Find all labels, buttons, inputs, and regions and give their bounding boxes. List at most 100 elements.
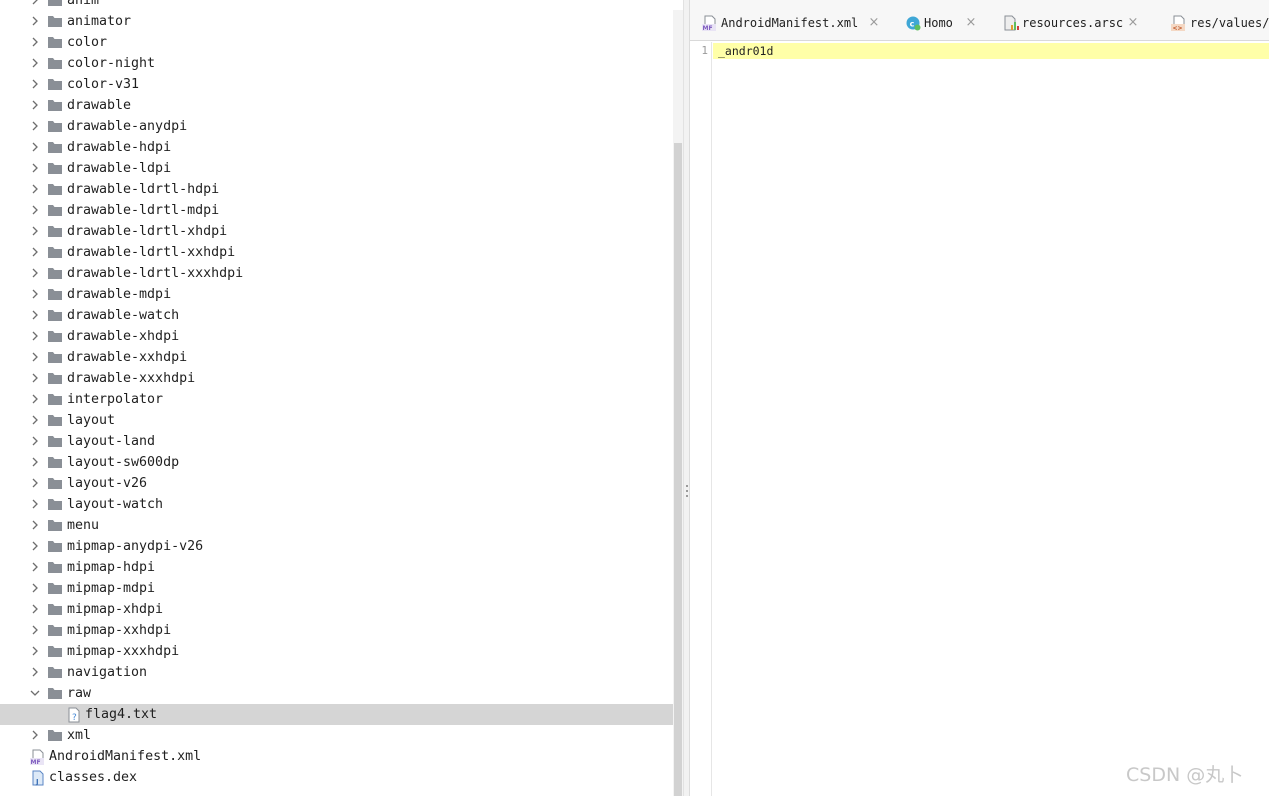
tree-folder-row[interactable]: drawable-xxxhdpi <box>0 368 673 389</box>
chevron-right-icon[interactable] <box>29 645 41 657</box>
tree-folder-row[interactable]: anim <box>0 0 673 11</box>
tree-folder-row[interactable]: mipmap-xxxhdpi <box>0 641 673 662</box>
tree-folder-row[interactable]: mipmap-anydpi-v26 <box>0 536 673 557</box>
tree-item-label: classes.dex <box>49 770 138 785</box>
chevron-right-icon[interactable] <box>29 267 41 279</box>
chevron-right-icon[interactable] <box>29 120 41 132</box>
tree-folder-row[interactable]: mipmap-mdpi <box>0 578 673 599</box>
code-text[interactable]: _andr01d <box>718 44 773 58</box>
folder-icon <box>48 540 62 552</box>
tree-folder-row[interactable]: raw <box>0 683 673 704</box>
chevron-right-icon[interactable] <box>29 561 41 573</box>
chevron-right-icon[interactable] <box>29 582 41 594</box>
tree-folder-row[interactable]: drawable-hdpi <box>0 137 673 158</box>
current-code-line[interactable]: _andr01d <box>713 43 1269 59</box>
code-editor: MF AndroidManifest.xml × c Homo × resources.ar… <box>690 0 1269 796</box>
tree-folder-row[interactable]: interpolator <box>0 389 673 410</box>
chevron-right-icon[interactable] <box>29 204 41 216</box>
tree-item-label: drawable-ldrtl-hdpi <box>67 182 220 197</box>
chevron-down-icon[interactable] <box>29 687 41 699</box>
chevron-right-icon[interactable] <box>29 666 41 678</box>
tree-file-row[interactable]: ? flag4.txt <box>0 704 673 725</box>
panel-splitter[interactable] <box>683 0 690 796</box>
tree-folder-row[interactable]: drawable-xxhdpi <box>0 347 673 368</box>
tree-folder-row[interactable]: drawable-anydpi <box>0 116 673 137</box>
tree-folder-row[interactable]: mipmap-xhdpi <box>0 599 673 620</box>
tree-folder-row[interactable]: mipmap-xxhdpi <box>0 620 673 641</box>
chevron-right-icon[interactable] <box>29 288 41 300</box>
dex-file-icon: J <box>30 770 46 786</box>
tree-folder-row[interactable]: drawable-ldrtl-xhdpi <box>0 221 673 242</box>
tree-folder-row[interactable]: layout <box>0 410 673 431</box>
chevron-right-icon[interactable] <box>29 498 41 510</box>
chevron-right-icon[interactable] <box>29 456 41 468</box>
tree-scrollbar[interactable] <box>673 10 683 796</box>
chevron-right-icon[interactable] <box>29 540 41 552</box>
tree-folder-row[interactable]: drawable-ldrtl-xxhdpi <box>0 242 673 263</box>
tree-file-row[interactable]: Jclasses.dex <box>0 767 673 788</box>
close-icon[interactable]: × <box>868 15 880 31</box>
chevron-right-icon[interactable] <box>29 15 41 27</box>
chevron-right-icon[interactable] <box>29 330 41 342</box>
resources-icon <box>1003 15 1019 31</box>
tree-folder-row[interactable]: color <box>0 32 673 53</box>
tree-folder-row[interactable]: drawable-ldrtl-mdpi <box>0 200 673 221</box>
tree-folder-row[interactable]: drawable-xhdpi <box>0 326 673 347</box>
tree-folder-row[interactable]: drawable-ldrtl-xxxhdpi <box>0 263 673 284</box>
chevron-right-icon[interactable] <box>29 162 41 174</box>
class-icon: c <box>905 15 921 31</box>
folder-icon <box>48 15 62 27</box>
chevron-right-icon[interactable] <box>29 309 41 321</box>
chevron-right-icon[interactable] <box>29 78 41 90</box>
tree-folder-row[interactable]: layout-watch <box>0 494 673 515</box>
tree-folder-row[interactable]: drawable-watch <box>0 305 673 326</box>
tree-folder-row[interactable]: color-v31 <box>0 74 673 95</box>
chevron-right-icon[interactable] <box>29 414 41 426</box>
tree-folder-row[interactable]: navigation <box>0 662 673 683</box>
folder-icon <box>48 288 62 300</box>
tree-folder-row[interactable]: xml <box>0 725 673 746</box>
tree-folder-row[interactable]: mipmap-hdpi <box>0 557 673 578</box>
tree-scrollbar-thumb[interactable] <box>674 143 682 796</box>
editor-tab[interactable]: MF AndroidManifest.xml × <box>702 8 892 38</box>
editor-tab-label: resources.arsc <box>1022 16 1124 30</box>
chevron-right-icon[interactable] <box>29 36 41 48</box>
tree-folder-row[interactable]: layout-v26 <box>0 473 673 494</box>
chevron-right-icon[interactable] <box>29 57 41 69</box>
editor-tab[interactable]: <> res/values/ <box>1171 8 1269 38</box>
chevron-right-icon[interactable] <box>29 141 41 153</box>
folder-icon <box>48 99 62 111</box>
tree-folder-row[interactable]: menu <box>0 515 673 536</box>
chevron-right-icon[interactable] <box>29 351 41 363</box>
tree-folder-row[interactable]: layout-sw600dp <box>0 452 673 473</box>
watermark: CSDN @丸卜 <box>1126 764 1244 786</box>
tree-folder-row[interactable]: drawable-ldpi <box>0 158 673 179</box>
chevron-right-icon[interactable] <box>29 393 41 405</box>
folder-icon <box>48 456 62 468</box>
manifest-file-icon: MF <box>702 15 718 32</box>
tree-file-row[interactable]: MF AndroidManifest.xml <box>0 746 673 767</box>
close-icon[interactable]: × <box>965 15 977 31</box>
chevron-right-icon[interactable] <box>29 0 41 6</box>
close-icon[interactable]: × <box>1127 15 1139 31</box>
tree-folder-row[interactable]: animator <box>0 11 673 32</box>
xml-values-icon: <> <box>1171 15 1187 32</box>
chevron-right-icon[interactable] <box>29 729 41 741</box>
editor-tab[interactable]: resources.arsc × <box>1003 8 1193 38</box>
chevron-right-icon[interactable] <box>29 225 41 237</box>
tree-folder-row[interactable]: color-night <box>0 53 673 74</box>
chevron-right-icon[interactable] <box>29 183 41 195</box>
chevron-right-icon[interactable] <box>29 372 41 384</box>
chevron-right-icon[interactable] <box>29 477 41 489</box>
chevron-right-icon[interactable] <box>29 435 41 447</box>
chevron-right-icon[interactable] <box>29 603 41 615</box>
tree-folder-row[interactable]: drawable-mdpi <box>0 284 673 305</box>
chevron-right-icon[interactable] <box>29 99 41 111</box>
tree-folder-row[interactable]: layout-land <box>0 431 673 452</box>
chevron-right-icon[interactable] <box>29 624 41 636</box>
chevron-right-icon[interactable] <box>29 519 41 531</box>
chevron-right-icon[interactable] <box>29 246 41 258</box>
folder-icon <box>48 603 62 615</box>
tree-folder-row[interactable]: drawable-ldrtl-hdpi <box>0 179 673 200</box>
tree-folder-row[interactable]: drawable <box>0 95 673 116</box>
